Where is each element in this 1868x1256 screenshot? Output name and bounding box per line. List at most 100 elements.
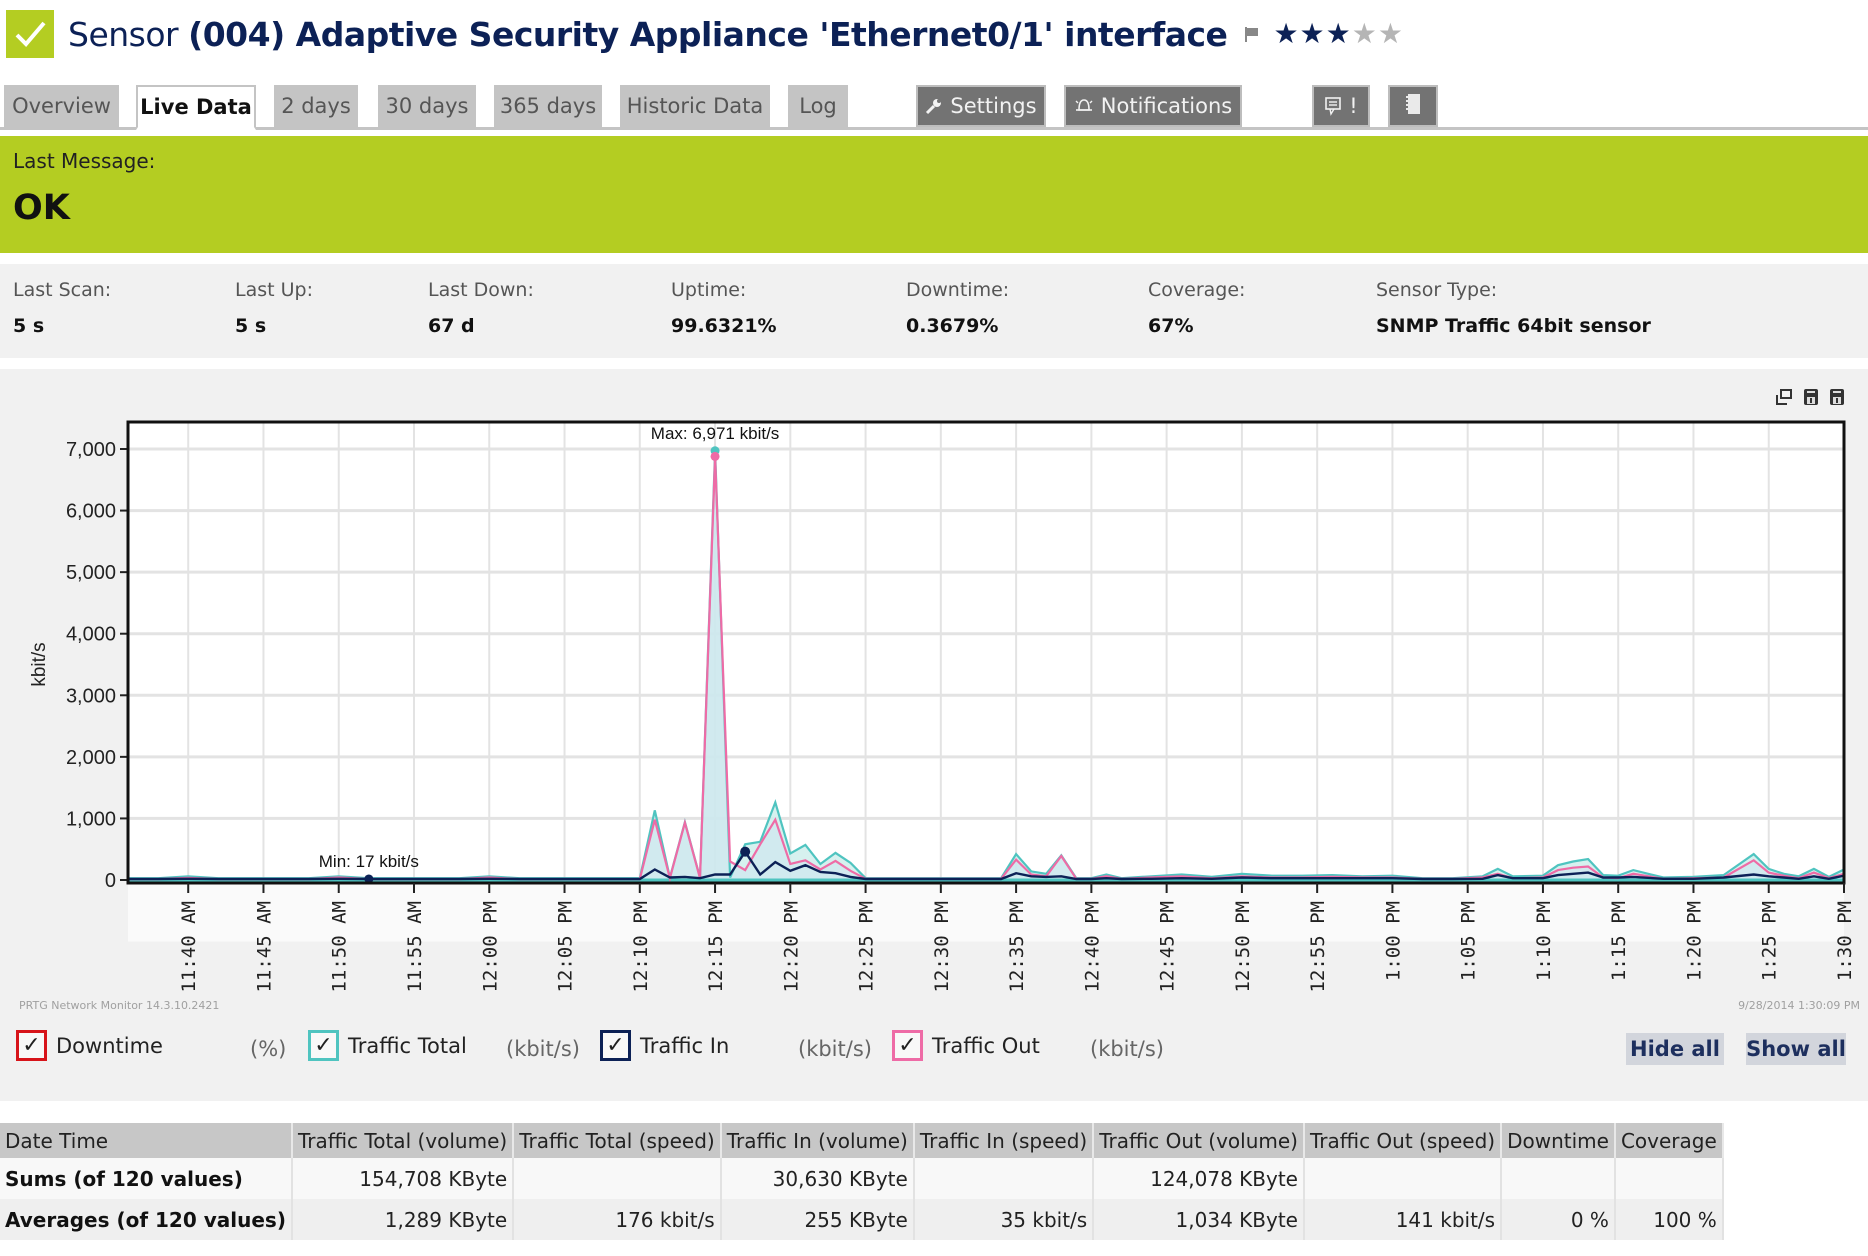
x-tick-label: 1:20 PM <box>1683 901 1705 981</box>
star-icon[interactable]: ★ <box>1273 20 1298 48</box>
settings-label: Settings <box>950 94 1037 118</box>
table-header-row: Date Time Traffic Total (volume) Traffic… <box>0 1123 1724 1158</box>
chart-timestamp: 9/28/2014 1:30:09 PM <box>1738 999 1860 1012</box>
tab-historic-data[interactable]: Historic Data <box>620 85 770 127</box>
table-cell: Averages (of 120 values) <box>0 1199 293 1240</box>
legend-unit: (kbit/s) <box>1090 1037 1164 1061</box>
x-tick-label: 12:50 PM <box>1232 901 1254 993</box>
x-tick-label: 12:35 PM <box>1006 901 1028 993</box>
info-value: 67% <box>1148 315 1194 337</box>
star-icon[interactable]: ★ <box>1300 20 1325 48</box>
x-tick-label: 1:25 PM <box>1759 901 1781 981</box>
x-tick-label: 12:10 PM <box>630 901 652 993</box>
legend-unit: (kbit/s) <box>798 1037 872 1061</box>
table-row: Averages (of 120 values) 1,289 KByte 176… <box>0 1199 1724 1240</box>
priority-rating[interactable]: ★ ★ ★ ★ ★ <box>1273 20 1403 48</box>
x-tick-label: 1:00 PM <box>1382 901 1404 981</box>
tab-live-data[interactable]: Live Data <box>136 85 256 130</box>
column-header[interactable]: Downtime <box>1501 1123 1616 1158</box>
x-tick-label: 11:40 AM <box>178 901 200 993</box>
tab-30-days[interactable]: 30 days <box>378 85 476 127</box>
star-icon[interactable]: ★ <box>1326 20 1351 48</box>
comments-label: ! <box>1349 94 1358 118</box>
column-header[interactable]: Traffic Total (speed) <box>513 1123 722 1158</box>
x-tick-label: 11:55 AM <box>404 901 426 993</box>
column-header[interactable]: Traffic In (volume) <box>720 1123 915 1158</box>
version-footnote: PRTG Network Monitor 14.3.10.2421 <box>19 999 220 1012</box>
tab-2-days[interactable]: 2 days <box>274 85 358 127</box>
info-last-scan: Last Scan: 5 s <box>13 279 111 337</box>
x-tick-label: 12:40 PM <box>1081 901 1103 993</box>
legend-item-traffic-out[interactable]: ✓ Traffic Out <box>892 1030 1040 1061</box>
bell-icon <box>1074 97 1094 115</box>
info-key: Downtime: <box>906 279 1010 301</box>
column-header[interactable]: Traffic Total (volume) <box>291 1123 515 1158</box>
x-tick-label: 1:15 PM <box>1608 901 1630 981</box>
info-sensor-type: Sensor Type: SNMP Traffic 64bit sensor <box>1376 279 1651 337</box>
table-cell: 176 kbit/s <box>513 1199 722 1240</box>
comments-button[interactable]: ! <box>1312 85 1370 127</box>
grid-band <box>128 879 1844 942</box>
star-icon[interactable]: ★ <box>1378 20 1403 48</box>
legend-item-traffic-in[interactable]: ✓ Traffic In <box>600 1030 729 1061</box>
column-header[interactable]: Coverage <box>1614 1123 1724 1158</box>
column-header[interactable]: Traffic Out (volume) <box>1093 1123 1305 1158</box>
table-cell <box>913 1158 1095 1199</box>
table-cell: 1,034 KByte <box>1093 1199 1305 1240</box>
status-banner: Last Message: OK <box>0 136 1868 253</box>
table-cell <box>1614 1158 1724 1199</box>
table-cell: 124,078 KByte <box>1093 1158 1305 1199</box>
wrench-icon <box>925 97 943 115</box>
notebook-icon <box>1405 93 1421 120</box>
chart-annotation: Max: 6,971 kbit/s <box>651 424 780 443</box>
settings-button[interactable]: Settings <box>916 85 1046 127</box>
info-last-up: Last Up: 5 s <box>235 279 313 337</box>
tab-log[interactable]: Log <box>788 85 848 127</box>
x-tick-label: 1:10 PM <box>1533 901 1555 981</box>
table-cell: 141 kbit/s <box>1303 1199 1503 1240</box>
column-header[interactable]: Date Time <box>0 1123 293 1158</box>
info-value: 67 d <box>428 315 475 337</box>
table-cell: 1,289 KByte <box>291 1199 515 1240</box>
notifications-button[interactable]: Notifications <box>1064 85 1242 127</box>
show-all-button[interactable]: Show all <box>1746 1033 1846 1065</box>
column-header[interactable]: Traffic Out (speed) <box>1303 1123 1503 1158</box>
x-tick-label: 12:00 PM <box>479 901 501 993</box>
legend-label: Downtime <box>56 1033 163 1058</box>
series-marker <box>740 846 751 857</box>
flag-icon[interactable] <box>1243 25 1261 43</box>
table-cell: 35 kbit/s <box>913 1199 1095 1240</box>
checkbox-icon[interactable]: ✓ <box>600 1030 631 1061</box>
legend-label: Traffic In <box>640 1033 730 1058</box>
checkbox-icon[interactable]: ✓ <box>16 1030 47 1061</box>
table-cell <box>1501 1158 1616 1199</box>
y-tick-label: 2,000 <box>66 747 116 769</box>
info-coverage: Coverage: 67% <box>1148 279 1245 337</box>
checkbox-icon[interactable]: ✓ <box>892 1030 923 1061</box>
star-icon[interactable]: ★ <box>1352 20 1377 48</box>
column-header[interactable]: Traffic In (speed) <box>913 1123 1095 1158</box>
info-last-down: Last Down: 67 d <box>428 279 534 337</box>
comment-icon <box>1324 96 1342 116</box>
x-tick-label: 1:30 PM <box>1834 901 1856 981</box>
info-value: 5 s <box>13 315 45 337</box>
y-tick-label: 6,000 <box>66 501 116 523</box>
info-key: Uptime: <box>671 279 747 301</box>
table-cell <box>513 1158 722 1199</box>
info-key: Last Down: <box>428 279 534 301</box>
tab-overview[interactable]: Overview <box>4 85 119 127</box>
legend-unit: (kbit/s) <box>506 1037 580 1061</box>
plot-area <box>128 422 1844 883</box>
tab-365-days[interactable]: 365 days <box>494 85 602 127</box>
checkbox-icon[interactable]: ✓ <box>308 1030 339 1061</box>
info-key: Last Up: <box>235 279 313 301</box>
hide-all-button[interactable]: Hide all <box>1626 1033 1724 1065</box>
history-button[interactable] <box>1388 85 1438 127</box>
legend-item-downtime[interactable]: ✓ Downtime <box>16 1030 163 1061</box>
stats-table: Date Time Traffic Total (volume) Traffic… <box>0 1123 1724 1240</box>
x-tick-label: 12:55 PM <box>1307 901 1329 993</box>
legend-label: Traffic Out <box>932 1033 1040 1058</box>
legend-item-traffic-total[interactable]: ✓ Traffic Total <box>308 1030 467 1061</box>
info-value: SNMP Traffic 64bit sensor <box>1376 315 1651 337</box>
info-uptime: Uptime: 99.6321% <box>671 279 777 337</box>
